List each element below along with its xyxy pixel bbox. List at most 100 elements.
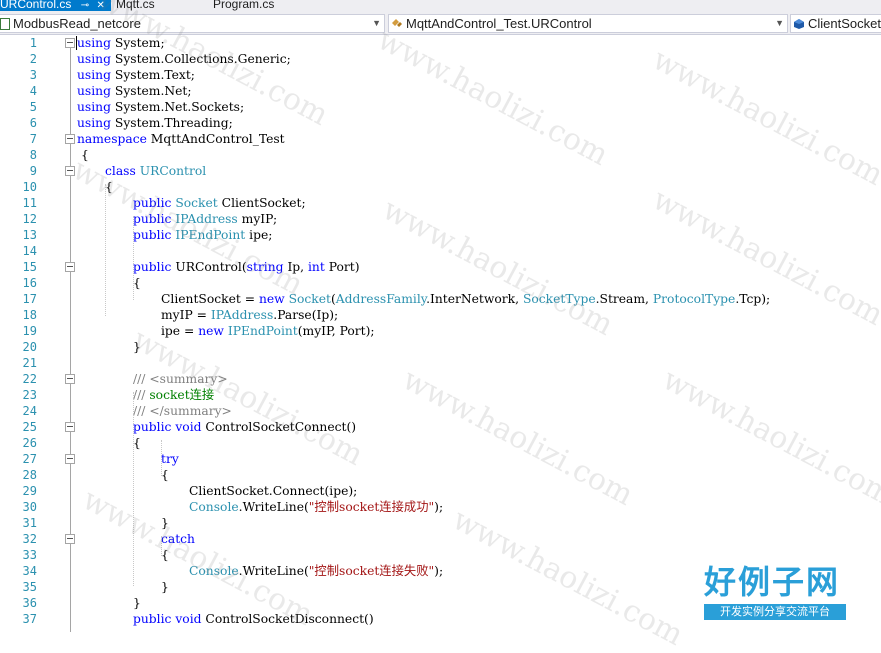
code-line[interactable]: 4 using System.Net; [0, 83, 881, 99]
code-token: void [175, 612, 202, 626]
collapse-icon[interactable] [65, 422, 75, 432]
indent-guide [105, 184, 106, 316]
code-token: ClientSocket.Connect(ipe); [189, 484, 358, 498]
code-token: namespace [77, 132, 147, 146]
collapse-icon[interactable] [65, 134, 75, 144]
tab-mqtt[interactable]: Mqtt.cs [116, 0, 155, 11]
code-line[interactable]: 22 /// <summary> [0, 371, 881, 387]
tab-urcontrol[interactable]: URControl.cs ⊸ ✕ [0, 0, 111, 11]
code-line[interactable]: 3 using System.Text; [0, 67, 881, 83]
code-token: Socket [175, 196, 218, 210]
code-token: System.Threading; [114, 116, 233, 130]
code-token: } [161, 580, 169, 594]
line-number: 25 [22, 420, 37, 434]
tab-program[interactable]: Program.cs [213, 0, 274, 11]
code-token: MqttAndControl_Test [150, 132, 285, 146]
code-text: } [161, 515, 169, 531]
line-number: 16 [22, 276, 37, 290]
code-line[interactable]: 20} [0, 339, 881, 355]
collapse-icon[interactable] [65, 374, 75, 384]
code-token: Console [189, 500, 239, 514]
line-number: 24 [22, 404, 37, 418]
code-token: using [77, 100, 111, 114]
code-token: IPEndPoint [175, 228, 246, 242]
field-icon [793, 17, 805, 29]
code-token: myIP = [161, 308, 207, 322]
collapse-icon[interactable] [65, 262, 75, 272]
code-token: Ip, [287, 260, 305, 274]
code-text: { [133, 275, 141, 291]
collapse-icon[interactable] [65, 166, 75, 176]
member-dropdown[interactable]: ClientSocket [790, 14, 881, 33]
code-line[interactable]: 7 namespace MqttAndControl_Test [0, 131, 881, 147]
code-line[interactable]: 1 using System; [0, 35, 881, 51]
code-line[interactable]: 18 myIP = IPAddress.Parse(Ip); [0, 307, 881, 323]
code-token: ); [434, 500, 444, 514]
tab-label: URControl.cs [0, 0, 72, 11]
code-text: public Socket ClientSocket; [133, 195, 306, 211]
code-token: /// [133, 388, 146, 402]
code-token: ClientSocket = [161, 292, 256, 306]
code-line[interactable]: 10 { [0, 179, 881, 195]
code-token: <summary> [149, 372, 228, 386]
code-token: </summary> [149, 404, 232, 418]
line-number: 19 [22, 324, 37, 338]
code-text: /// </summary> [133, 403, 232, 419]
collapse-icon[interactable] [65, 38, 75, 48]
line-number: 9 [29, 164, 37, 178]
line-number: 4 [29, 84, 37, 98]
line-number: 31 [22, 516, 37, 530]
line-number: 17 [22, 292, 37, 306]
csharp-project-icon [0, 18, 10, 30]
code-text: using System.Text; [77, 67, 195, 83]
code-token: int [308, 260, 325, 274]
code-token: { [133, 276, 141, 290]
code-token: public [133, 612, 172, 626]
code-token: System.Text; [114, 68, 195, 82]
code-token: using [77, 84, 111, 98]
code-token: URControl( [175, 260, 247, 274]
line-number: 26 [22, 436, 37, 450]
code-editor[interactable]: 1 using System; 2 using System.Collections.… [0, 35, 881, 632]
code-token: "控制socket连接成功" [308, 500, 435, 514]
collapse-icon[interactable] [65, 534, 75, 544]
code-line[interactable]: 9 class URControl [0, 163, 881, 179]
code-text: ClientSocket = new Socket(AddressFamily.… [161, 291, 770, 307]
code-token: SocketType [522, 292, 596, 306]
code-text: ClientSocket.Connect(ipe); [189, 483, 357, 499]
code-token: using [77, 52, 111, 66]
code-line[interactable]: 19 ipe = new IPEndPoint(myIP, Port); [0, 323, 881, 339]
code-text: public IPEndPoint ipe; [133, 227, 272, 243]
code-text: try [161, 451, 179, 467]
code-line[interactable]: 8{ [0, 147, 881, 163]
project-dropdown[interactable]: ModbusRead_netcore ▼ [0, 14, 385, 33]
code-token: .WriteLine( [238, 564, 309, 578]
line-number: 30 [22, 500, 37, 514]
line-number: 28 [22, 468, 37, 482]
code-token: ClientSocket; [221, 196, 306, 210]
code-token: IPAddress [175, 212, 238, 226]
close-icon[interactable]: ✕ [96, 0, 104, 11]
code-token: ); [434, 564, 444, 578]
line-number: 36 [22, 596, 37, 610]
chevron-down-icon[interactable]: ▼ [775, 15, 784, 32]
code-line[interactable]: 5 using System.Net.Sockets; [0, 99, 881, 115]
code-line[interactable]: 21 [0, 355, 881, 371]
code-line[interactable]: 2 using System.Collections.Generic; [0, 51, 881, 67]
code-token: using [77, 116, 111, 130]
code-text: using System.Threading; [77, 115, 233, 131]
chevron-down-icon[interactable]: ▼ [372, 15, 381, 32]
code-line[interactable]: 6 using System.Threading; [0, 115, 881, 131]
code-token: IPEndPoint [227, 324, 298, 338]
code-token: { [105, 180, 113, 194]
pin-icon[interactable]: ⊸ [81, 0, 89, 11]
line-number: 15 [22, 260, 37, 274]
tab-label: Program.cs [213, 0, 275, 11]
line-number: 6 [29, 116, 37, 130]
code-token: string [246, 260, 284, 274]
collapse-icon[interactable] [65, 454, 75, 464]
code-line[interactable]: 11 public Socket ClientSocket; [0, 195, 881, 211]
logo-subtitle: 开发实例分享交流平台 [704, 604, 846, 620]
type-dropdown[interactable]: MqttAndControl_Test.URControl ▼ [388, 14, 788, 33]
code-text: Console.WriteLine("控制socket连接成功"); [189, 499, 443, 515]
